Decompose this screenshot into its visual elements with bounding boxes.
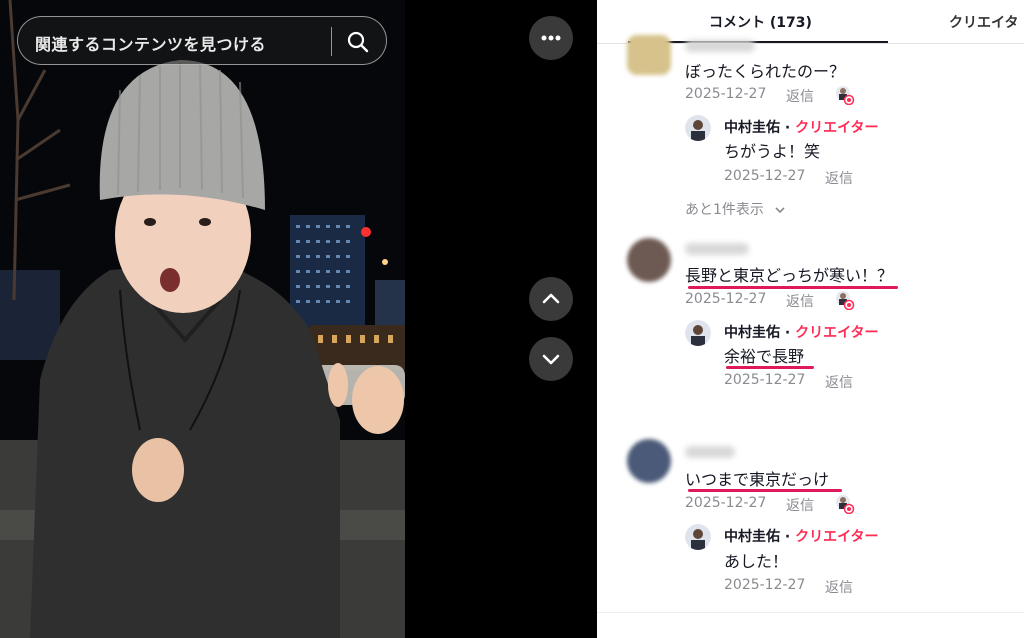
commenter-name[interactable] [685, 40, 755, 52]
video-frame-image [0, 0, 405, 638]
comment-text: ぼったくられたのー？ [685, 62, 846, 81]
tab-comments[interactable]: コメント (173) [709, 12, 812, 32]
creator-liked-icon [836, 495, 855, 514]
creator-avatar[interactable] [685, 115, 711, 141]
search-bar[interactable]: 関連するコンテンツを見つける [17, 16, 387, 65]
reply-date: 2025-12-27 [724, 168, 806, 184]
more-options-button[interactable] [529, 16, 573, 60]
search-icon[interactable] [346, 30, 370, 54]
creator-name[interactable]: 中村圭佑 [724, 325, 780, 341]
creator-avatar[interactable] [685, 320, 711, 346]
highlight-underline [688, 489, 842, 492]
creator-name-separator: · [780, 529, 796, 545]
reply-button[interactable]: 返信 [825, 168, 853, 188]
reply-button[interactable]: 返信 [786, 291, 814, 311]
commenter-avatar[interactable] [627, 238, 671, 282]
previous-video-button[interactable] [529, 277, 573, 321]
comment-date: 2025-12-27 [685, 86, 767, 102]
reply-text: ちがうよ！笑 [724, 142, 821, 161]
creator-avatar[interactable] [685, 524, 711, 550]
creator-name[interactable]: 中村圭佑 [724, 529, 780, 545]
commenter-name[interactable] [685, 243, 749, 255]
creator-badge: クリエイター [795, 325, 879, 341]
reply-text: 余裕で長野 [724, 347, 805, 366]
reply-button[interactable]: 返信 [786, 86, 814, 106]
comment-text: 長野と東京どっちが寒い！？ [685, 266, 894, 285]
show-more-replies-label: あと1件表示 [685, 202, 764, 218]
next-video-button[interactable] [529, 337, 573, 381]
more-horizontal-icon [541, 35, 561, 41]
reply-button[interactable]: 返信 [825, 372, 853, 392]
chevron-down-icon [542, 354, 560, 365]
creator-name-line: 中村圭佑 · クリエイター [724, 322, 879, 342]
commenter-avatar[interactable] [627, 35, 671, 75]
creator-liked-icon [836, 291, 855, 310]
search-placeholder[interactable]: 関連するコンテンツを見つける [35, 31, 266, 55]
highlight-underline [688, 286, 898, 289]
commenter-name[interactable] [685, 446, 735, 458]
comment-date: 2025-12-27 [685, 291, 767, 307]
show-more-replies[interactable]: あと1件表示 [685, 199, 786, 219]
chevron-up-icon [542, 293, 560, 304]
comment-date: 2025-12-27 [685, 495, 767, 511]
video-player[interactable]: 関連するコンテンツを見つける [0, 0, 405, 638]
creator-name[interactable]: 中村圭佑 [724, 120, 780, 136]
reply-button[interactable]: 返信 [825, 577, 853, 597]
reply-date: 2025-12-27 [724, 372, 806, 388]
reply-text: あした！ [724, 552, 789, 571]
creator-badge: クリエイター [795, 529, 879, 545]
creator-liked-icon [836, 86, 855, 105]
creator-name-line: 中村圭佑 · クリエイター [724, 117, 879, 137]
tab-creator[interactable]: クリエイタ [949, 12, 1018, 32]
search-divider [331, 27, 332, 56]
highlight-underline [726, 366, 814, 369]
commenter-avatar[interactable] [627, 439, 671, 483]
comment-list-bottom-divider [597, 612, 1024, 613]
comments-panel: コメント (173) クリエイタ ぼったくられたのー？ 2025-12-27 返… [597, 0, 1024, 638]
reply-date: 2025-12-27 [724, 577, 806, 593]
creator-badge: クリエイター [795, 120, 879, 136]
comment-text: いつまで東京だっけ [685, 470, 830, 489]
chevron-down-icon [775, 207, 785, 214]
creator-name-separator: · [780, 325, 796, 341]
creator-name-separator: · [780, 120, 796, 136]
creator-name-line: 中村圭佑 · クリエイター [724, 526, 879, 546]
video-pane: 関連するコンテンツを見つける [0, 0, 597, 638]
reply-button[interactable]: 返信 [786, 495, 814, 515]
